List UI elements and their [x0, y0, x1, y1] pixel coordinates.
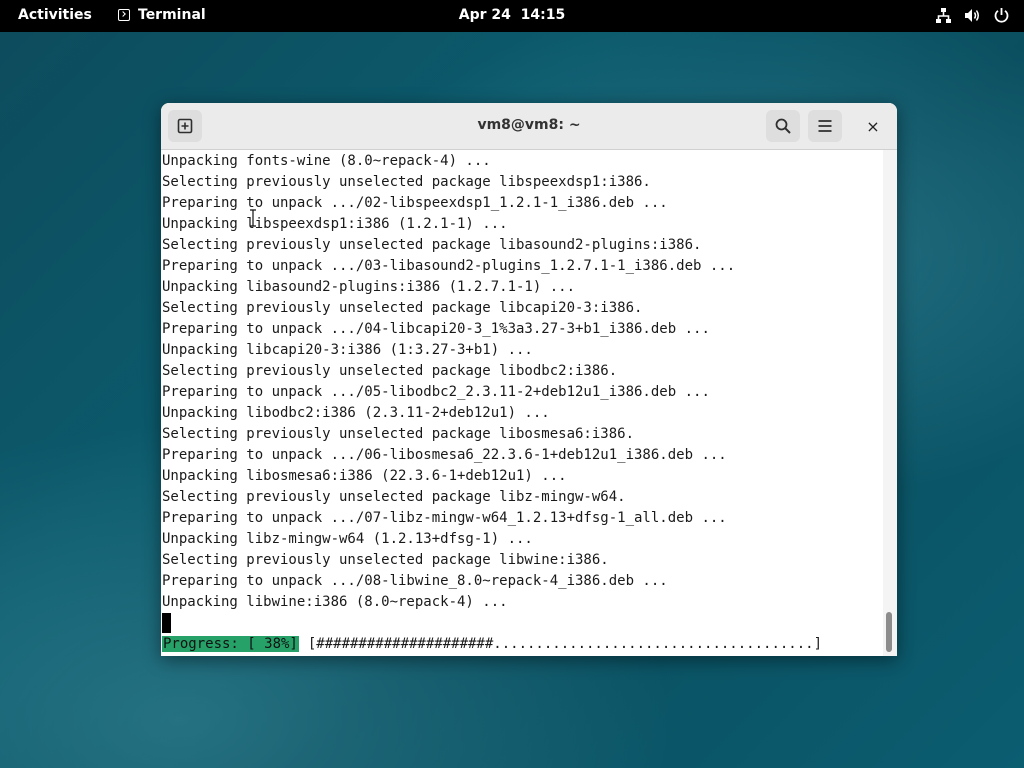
terminal-output[interactable]: Unpacking fonts-wine (8.0~repack-4) ... S… — [161, 150, 883, 656]
scrollbar[interactable] — [883, 150, 897, 656]
terminal-line: Selecting previously unselected package … — [162, 237, 702, 253]
main-menu-button[interactable] — [808, 110, 842, 142]
terminal-line: Unpacking fonts-wine (8.0~repack-4) ... — [162, 153, 491, 169]
terminal-line: Unpacking libosmesa6:i386 (22.3.6-1+deb1… — [162, 468, 567, 484]
terminal-line: Selecting previously unselected package … — [162, 426, 635, 442]
top-bar: Activities Terminal Apr 24 14:15 — [0, 0, 1024, 32]
search-button[interactable] — [766, 110, 800, 142]
progress-line: Progress: [ 38%] [#####################..… — [162, 634, 822, 655]
mouse-ibeam-cursor — [250, 209, 256, 227]
terminal-line: Unpacking libasound2-plugins:i386 (1.2.7… — [162, 279, 576, 295]
terminal-line: Selecting previously unselected package … — [162, 552, 609, 568]
volume-icon[interactable] — [964, 7, 981, 24]
terminal-line: Preparing to unpack .../04-libcapi20-3_1… — [162, 321, 710, 337]
terminal-line: Preparing to unpack .../07-libz-mingw-w6… — [162, 510, 727, 526]
terminal-line: Unpacking libwine:i386 (8.0~repack-4) ..… — [162, 594, 508, 610]
power-icon[interactable] — [993, 7, 1010, 24]
terminal-line: Preparing to unpack .../06-libosmesa6_22… — [162, 447, 727, 463]
network-icon[interactable] — [935, 7, 952, 24]
terminal-line: Preparing to unpack .../02-libspeexdsp1_… — [162, 195, 668, 211]
terminal-line: Unpacking libcapi20-3:i386 (1:3.27-3+b1)… — [162, 342, 533, 358]
terminal-cursor — [162, 613, 171, 633]
terminal-line: Unpacking libz-mingw-w64 (1.2.13+dfsg-1)… — [162, 531, 533, 547]
terminal-line: Preparing to unpack .../03-libasound2-pl… — [162, 258, 736, 274]
progress-label: Progress: [ 38%] — [162, 636, 299, 652]
system-tray[interactable] — [935, 7, 1010, 24]
terminal-window: vm8@vm8: ~ × Unpacking fonts-wine (8.0~r… — [161, 103, 897, 656]
hamburger-menu-icon — [818, 120, 832, 132]
clock-container: Apr 24 14:15 — [0, 7, 1024, 23]
terminal-line: Preparing to unpack .../05-libodbc2_2.3.… — [162, 384, 710, 400]
terminal-line: Preparing to unpack .../08-libwine_8.0~r… — [162, 573, 668, 589]
close-icon: × — [866, 116, 880, 136]
terminal-line: Unpacking libspeexdsp1:i386 (1.2.1-1) ..… — [162, 216, 508, 232]
header-bar[interactable]: vm8@vm8: ~ × — [161, 103, 897, 150]
search-icon — [775, 118, 791, 134]
terminal-line: Selecting previously unselected package … — [162, 363, 618, 379]
scrollbar-thumb[interactable] — [886, 612, 892, 652]
terminal-line: Selecting previously unselected package … — [162, 300, 643, 316]
progress-bar-text: [#####################..................… — [307, 636, 823, 652]
clock[interactable]: Apr 24 14:15 — [459, 7, 565, 23]
terminal-line: Selecting previously unselected package … — [162, 489, 626, 505]
terminal-line: Selecting previously unselected package … — [162, 174, 651, 190]
close-button[interactable]: × — [861, 114, 885, 138]
terminal-line: Unpacking libodbc2:i386 (2.3.11-2+deb12u… — [162, 405, 550, 421]
